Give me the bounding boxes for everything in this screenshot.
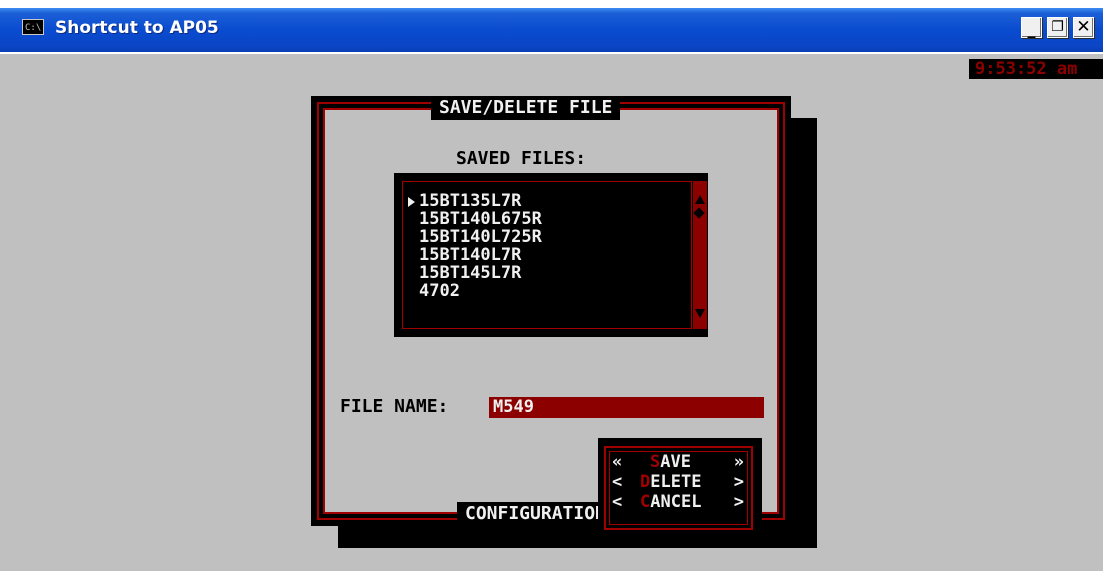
list-item[interactable]: 15BT135L7R	[406, 192, 542, 210]
clock-display: 9:53:52 am	[969, 59, 1103, 79]
save-right-bracket: »	[733, 452, 744, 472]
scroll-up-arrow-icon[interactable]	[695, 195, 705, 204]
cancel-hotkey: C	[640, 492, 651, 512]
list-item[interactable]: 15BT140L725R	[406, 228, 542, 246]
maximize-button[interactable]: ❐	[1047, 17, 1068, 38]
delete-button[interactable]: < DELETE >	[612, 472, 748, 492]
delete-label-rest: ELETE	[650, 472, 702, 492]
dialog-footer: CONFIGURATION	[457, 502, 614, 526]
saved-files-label: SAVED FILES:	[456, 148, 587, 169]
scroll-thumb[interactable]	[693, 207, 705, 219]
window-title: Shortcut to AP05	[55, 18, 219, 38]
file-list[interactable]: 15BT135L7R 15BT140L675R 15BT140L725R 15B…	[406, 192, 542, 300]
close-button[interactable]: ✕	[1073, 17, 1094, 38]
console-area: 9:53:52 am SAVE/DELETE FILE CONFIGURATIO…	[8, 54, 1103, 571]
save-label-rest: AVE	[660, 452, 691, 472]
action-panel: « SAVE » < DELETE > < CANCEL >	[598, 438, 762, 541]
dialog-title: SAVE/DELETE FILE	[431, 96, 621, 120]
save-button[interactable]: « SAVE »	[612, 452, 748, 472]
scroll-down-arrow-icon[interactable]	[695, 309, 705, 318]
cancel-right-bracket: >	[733, 492, 744, 512]
file-name-label: FILE NAME:	[340, 396, 449, 417]
delete-hotkey: D	[640, 472, 651, 492]
delete-label: DELETE	[640, 472, 701, 492]
cancel-label-rest: ANCEL	[650, 492, 702, 512]
title-bar[interactable]: C:\ Shortcut to AP05 _ ❐ ✕	[0, 0, 1103, 54]
list-item[interactable]: 4702	[406, 282, 542, 300]
minimize-button[interactable]: _	[1021, 17, 1042, 38]
list-item[interactable]: 15BT140L675R	[406, 210, 542, 228]
save-left-bracket: «	[612, 452, 623, 472]
cancel-label: CANCEL	[640, 492, 701, 512]
list-item[interactable]: 15BT145L7R	[406, 264, 542, 282]
save-label: SAVE	[650, 452, 691, 472]
delete-left-bracket: <	[612, 472, 623, 492]
console-icon[interactable]: C:\	[22, 19, 44, 35]
console-window: C:\ Shortcut to AP05 _ ❐ ✕ 9:53:52 am SA…	[0, 0, 1103, 571]
cancel-button[interactable]: < CANCEL >	[612, 492, 748, 512]
file-name-input[interactable]	[489, 397, 764, 418]
listbox-scrollbar[interactable]	[693, 181, 707, 329]
delete-right-bracket: >	[733, 472, 744, 492]
saved-files-listbox[interactable]: 15BT135L7R 15BT140L675R 15BT140L725R 15B…	[394, 173, 708, 337]
save-hotkey: S	[650, 452, 661, 472]
cancel-left-bracket: <	[612, 492, 623, 512]
list-item[interactable]: 15BT140L7R	[406, 246, 542, 264]
save-delete-dialog: SAVE/DELETE FILE CONFIGURATION SAVED FIL…	[311, 96, 791, 541]
